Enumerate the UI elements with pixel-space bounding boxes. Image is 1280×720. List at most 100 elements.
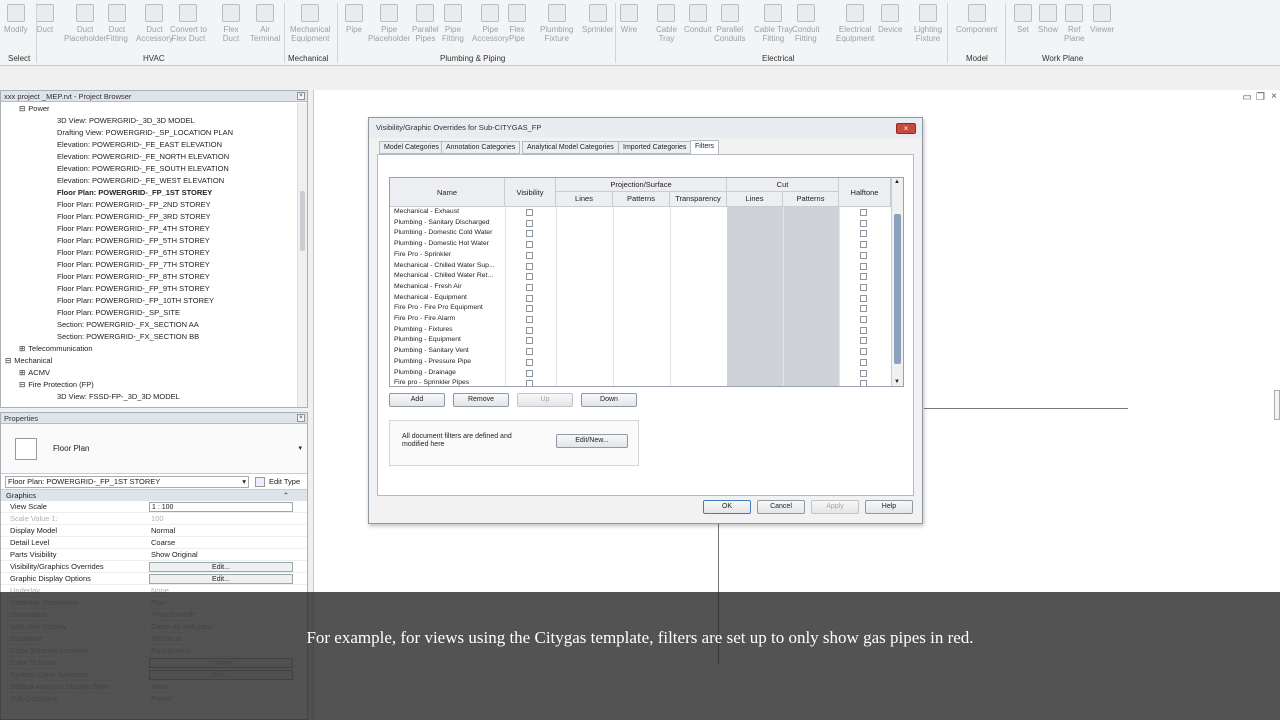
tree-item[interactable]: Floor Plan: POWERGRID-_FP_1ST STOREY: [1, 187, 297, 199]
tree-item[interactable]: Floor Plan: POWERGRID-_FP_7TH STOREY: [1, 259, 297, 271]
chevron-down-icon[interactable]: ▾: [242, 477, 246, 487]
graphics-section[interactable]: Graphics ⌃: [1, 490, 307, 501]
filter-row[interactable]: Plumbing - Domestic Hot Water: [390, 239, 890, 250]
tree-item[interactable]: Section: POWERGRID-_FX_SECTION AA: [1, 319, 297, 331]
tree-item[interactable]: Floor Plan: POWERGRID-_FP_8TH STOREY: [1, 271, 297, 283]
visibility-checkbox[interactable]: [526, 262, 533, 270]
tool-convert-flex-button[interactable]: Convert to Flex Duct: [170, 4, 207, 43]
tool-pipe-button[interactable]: Pipe: [345, 4, 363, 34]
property-edit-button[interactable]: Edit...: [149, 574, 293, 584]
tree-item[interactable]: Floor Plan: POWERGRID-_FP_5TH STOREY: [1, 235, 297, 247]
tool-component-button[interactable]: Component: [956, 4, 997, 34]
halftone-checkbox[interactable]: [860, 337, 867, 345]
tool-duct-accessory-button[interactable]: Duct Accessory: [136, 4, 173, 43]
header-transparency[interactable]: Transparency: [670, 192, 727, 207]
tool-cable-tray-fitting-button[interactable]: Cable Tray Fitting: [754, 4, 793, 43]
tree-item[interactable]: Floor Plan: POWERGRID-_FP_9TH STOREY: [1, 283, 297, 295]
halftone-checkbox[interactable]: [860, 219, 867, 227]
tree-item[interactable]: ⊞ ACMV: [1, 367, 297, 379]
edit-type-button[interactable]: Edit Type: [269, 477, 300, 486]
tool-ref-plane-button[interactable]: Ref Plane: [1064, 4, 1084, 43]
group-select[interactable]: Select: [8, 54, 30, 63]
halftone-checkbox[interactable]: [860, 209, 867, 216]
scroll-down-icon[interactable]: ▼: [894, 379, 900, 385]
tree-item[interactable]: Elevation: POWERGRID-_FE_WEST ELEVATION: [1, 175, 297, 187]
visibility-checkbox[interactable]: [526, 251, 533, 259]
tool-conduit-fitting-button[interactable]: Conduit Fitting: [792, 4, 820, 43]
filter-row[interactable]: Plumbing - Domestic Cold Water: [390, 228, 890, 239]
visibility-checkbox[interactable]: [526, 209, 533, 216]
header-cut-patterns[interactable]: Patterns: [783, 192, 839, 207]
grid-scrollbar[interactable]: ▲ ▼: [891, 178, 903, 386]
scroll-thumb[interactable]: [300, 191, 305, 251]
close-icon[interactable]: ×: [1271, 91, 1277, 102]
tool-pipe-fitting-button[interactable]: Pipe Fitting: [442, 4, 464, 43]
property-value-input[interactable]: 1 : 100: [149, 502, 293, 512]
scroll-thumb[interactable]: [894, 214, 901, 364]
visibility-checkbox[interactable]: [526, 369, 533, 377]
halftone-checkbox[interactable]: [860, 326, 867, 334]
halftone-checkbox[interactable]: [860, 305, 867, 313]
group-mechanical[interactable]: Mechanical: [288, 54, 328, 63]
collapse-icon[interactable]: ⌃: [283, 490, 289, 501]
tool-viewer-button[interactable]: Viewer: [1090, 4, 1114, 34]
tool-pipe-accessory-button[interactable]: Pipe Accessory: [472, 4, 509, 43]
halftone-checkbox[interactable]: [860, 251, 867, 259]
tree-item[interactable]: Floor Plan: POWERGRID-_FP_6TH STOREY: [1, 247, 297, 259]
visibility-checkbox[interactable]: [526, 230, 533, 238]
tree-item[interactable]: Elevation: POWERGRID-_FE_SOUTH ELEVATION: [1, 163, 297, 175]
halftone-checkbox[interactable]: [860, 348, 867, 356]
filter-row[interactable]: Mechanical - Chilled Water Sup...: [390, 261, 890, 272]
tree-item[interactable]: Elevation: POWERGRID-_FE_NORTH ELEVATION: [1, 151, 297, 163]
group-hvac[interactable]: HVAC: [143, 54, 165, 63]
tree-item[interactable]: Elevation: POWERGRID-_FE_EAST ELEVATION: [1, 139, 297, 151]
visibility-checkbox[interactable]: [526, 241, 533, 249]
filter-row[interactable]: Fire pro - Sprinkler Pipes: [390, 378, 890, 386]
edit-new-button[interactable]: Edit/New...: [556, 434, 628, 448]
halftone-checkbox[interactable]: [860, 262, 867, 270]
visibility-checkbox[interactable]: [526, 316, 533, 323]
group-plumbing[interactable]: Plumbing & Piping: [440, 54, 505, 63]
visibility-checkbox[interactable]: [526, 348, 533, 356]
halftone-checkbox[interactable]: [860, 369, 867, 377]
chevron-down-icon[interactable]: ▾: [298, 444, 302, 452]
halftone-checkbox[interactable]: [860, 380, 867, 386]
tool-electrical-equipment-button[interactable]: Electrical Equipment: [836, 4, 874, 43]
visibility-checkbox[interactable]: [526, 380, 533, 386]
tree-item[interactable]: Floor Plan: POWERGRID-_SP_SITE: [1, 307, 297, 319]
visibility-checkbox[interactable]: [526, 283, 533, 291]
filter-row[interactable]: Plumbing - Equipment: [390, 335, 890, 346]
property-value[interactable]: Normal: [151, 525, 175, 537]
filter-row[interactable]: Mechanical - Equipment: [390, 293, 890, 304]
apply-button[interactable]: Apply: [811, 500, 859, 514]
tab-model-categories[interactable]: Model Categories: [379, 141, 444, 154]
halftone-checkbox[interactable]: [860, 273, 867, 281]
tree-item[interactable]: 3D View: FSSD-FP-_3D_3D MODEL: [1, 391, 297, 403]
visibility-checkbox[interactable]: [526, 219, 533, 227]
tool-parallel-pipes-button[interactable]: Parallel Pipes: [412, 4, 439, 43]
filter-row[interactable]: Plumbing - Sanitary Vent: [390, 346, 890, 357]
instance-select[interactable]: Floor Plan: POWERGRID-_FP_1ST STOREY ▾: [5, 476, 249, 488]
tool-conduit-button[interactable]: Conduit: [684, 4, 712, 34]
edit-type-icon[interactable]: [255, 477, 265, 487]
header-proj-lines[interactable]: Lines: [556, 192, 613, 207]
header-visibility[interactable]: Visibility: [505, 178, 556, 207]
add-button[interactable]: Add: [389, 393, 445, 407]
ok-button[interactable]: OK: [703, 500, 751, 514]
tree-item[interactable]: Section: POWERGRID-_FX_SECTION BB: [1, 331, 297, 343]
up-button[interactable]: Up: [517, 393, 573, 407]
close-icon[interactable]: ×: [297, 92, 305, 100]
tree-item[interactable]: 3D View: POWERGRID-_3D_3D MODEL: [1, 115, 297, 127]
remove-button[interactable]: Remove: [453, 393, 509, 407]
property-edit-button[interactable]: Edit...: [149, 562, 293, 572]
tab-annotation-categories[interactable]: Annotation Categories: [441, 141, 521, 154]
tab-analytical-model-categories[interactable]: Analytical Model Categories: [522, 141, 619, 154]
collapse-icon[interactable]: ⊟: [19, 380, 25, 389]
help-button[interactable]: Help: [865, 500, 913, 514]
canvas-scrollbar[interactable]: [1274, 390, 1280, 420]
down-button[interactable]: Down: [581, 393, 637, 407]
group-model[interactable]: Model: [966, 54, 988, 63]
visibility-checkbox[interactable]: [526, 337, 533, 345]
filter-row[interactable]: Plumbing - Pressure Pipe: [390, 357, 890, 368]
close-icon[interactable]: ×: [297, 414, 305, 422]
